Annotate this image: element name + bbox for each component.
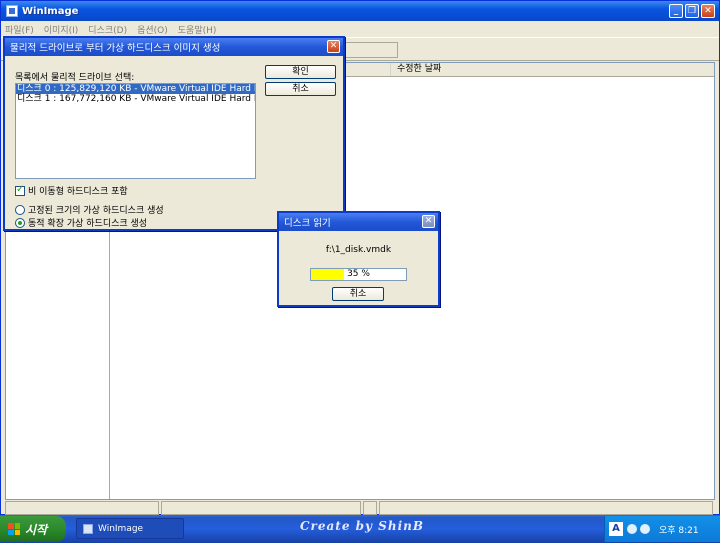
progress-text: 35 % xyxy=(347,269,370,279)
read-progress-bar: 35 % xyxy=(310,268,407,281)
start-label: 시작 xyxy=(25,522,48,537)
create-dialog-titlebar[interactable]: 물리적 드라이브로 부터 가상 하드디스크 이미지 생성 ✕ xyxy=(5,38,343,56)
status-cell xyxy=(161,501,361,515)
minimize-button[interactable]: _ xyxy=(669,4,683,18)
cancel-button[interactable]: 취소 xyxy=(265,82,336,96)
drive-list-label: 목록에서 물리적 드라이브 선택: xyxy=(15,73,135,83)
status-cell xyxy=(5,501,159,515)
menubar: 파일(F) 이미지(I) 디스크(D) 옵션(O) 도움말(H) xyxy=(1,21,719,37)
maximize-button[interactable]: ❐ xyxy=(685,4,699,18)
menu-file[interactable]: 파일(F) xyxy=(5,23,34,36)
main-titlebar[interactable]: WinImage _ ❐ ✕ xyxy=(1,1,719,21)
create-dialog-close-icon[interactable]: ✕ xyxy=(327,40,340,53)
radio-unselected-icon[interactable] xyxy=(15,204,25,215)
radio-selected-icon[interactable] xyxy=(15,217,25,228)
disk-read-dialog: 디스크 읽기 ✕ f:\1_disk.vmdk 35 % 취소 xyxy=(277,211,440,307)
status-cell xyxy=(379,501,713,515)
menu-disk[interactable]: 디스크(D) xyxy=(88,23,127,36)
window-controls: _ ❐ ✕ xyxy=(669,4,715,18)
drive-list-item[interactable]: 디스크 0 : 125,829,120 KB - VMware Virtual … xyxy=(16,84,255,94)
read-file-path: f:\1_disk.vmdk xyxy=(325,245,392,255)
removable-disk-checkbox[interactable]: 비 이동형 하드디스크 포함 xyxy=(15,184,128,197)
read-dialog-close-icon[interactable]: ✕ xyxy=(422,215,435,228)
statusbar xyxy=(5,501,715,515)
tray-network-icon[interactable] xyxy=(627,524,637,534)
toolbar-field[interactable] xyxy=(341,42,398,58)
status-cell xyxy=(363,501,377,515)
task-item-label: WinImage xyxy=(98,523,144,534)
menu-image[interactable]: 이미지(I) xyxy=(44,23,79,36)
radio-fixed-label: 고정된 크기의 가상 하드디스크 생성 xyxy=(28,206,164,216)
radio-dynamic[interactable]: 동적 확장 가상 하드디스크 생성 xyxy=(15,216,147,229)
menu-options[interactable]: 옵션(O) xyxy=(137,23,168,36)
radio-fixed-size[interactable]: 고정된 크기의 가상 하드디스크 생성 xyxy=(15,203,164,216)
drive-listbox[interactable]: 디스크 0 : 125,829,120 KB - VMware Virtual … xyxy=(15,83,256,179)
watermark-text: Create by ShinB xyxy=(300,519,424,533)
read-dialog-title: 디스크 읽기 xyxy=(284,218,331,229)
close-button[interactable]: ✕ xyxy=(701,4,715,18)
ok-button[interactable]: 확인 xyxy=(265,65,336,79)
tray-volume-icon[interactable] xyxy=(640,524,650,534)
start-button[interactable]: 시작 xyxy=(0,516,66,542)
taskbar-item-winimage[interactable]: WinImage xyxy=(76,518,184,539)
create-image-dialog: 물리적 드라이브로 부터 가상 하드디스크 이미지 생성 ✕ 목록에서 물리적 … xyxy=(3,36,345,231)
radio-dynamic-label: 동적 확장 가상 하드디스크 생성 xyxy=(28,219,148,229)
menu-help[interactable]: 도움말(H) xyxy=(178,23,217,36)
taskbar: 시작 WinImage Create by ShinB A 오후 8:21 xyxy=(0,515,720,543)
window-title: WinImage xyxy=(22,5,79,17)
system-tray: A 오후 8:21 xyxy=(604,516,720,542)
column-modified-date[interactable]: 수정한 날짜 xyxy=(390,63,494,76)
ime-indicator-icon[interactable]: A xyxy=(609,522,623,536)
checkbox-checked-icon[interactable] xyxy=(15,184,25,196)
drive-list-item[interactable]: 디스크 1 : 167,772,160 KB - VMware Virtual … xyxy=(16,94,255,104)
removable-disk-label: 비 이동형 하드디스크 포함 xyxy=(28,187,128,197)
create-dialog-title: 물리적 드라이브로 부터 가상 하드디스크 이미지 생성 xyxy=(10,43,221,54)
windows-flag-icon xyxy=(8,523,20,535)
winimage-app-icon xyxy=(6,5,18,17)
winimage-task-icon xyxy=(83,523,93,534)
taskbar-clock[interactable]: 오후 8:21 xyxy=(659,523,699,536)
read-cancel-button[interactable]: 취소 xyxy=(332,287,384,301)
read-dialog-titlebar[interactable]: 디스크 읽기 ✕ xyxy=(279,213,438,231)
